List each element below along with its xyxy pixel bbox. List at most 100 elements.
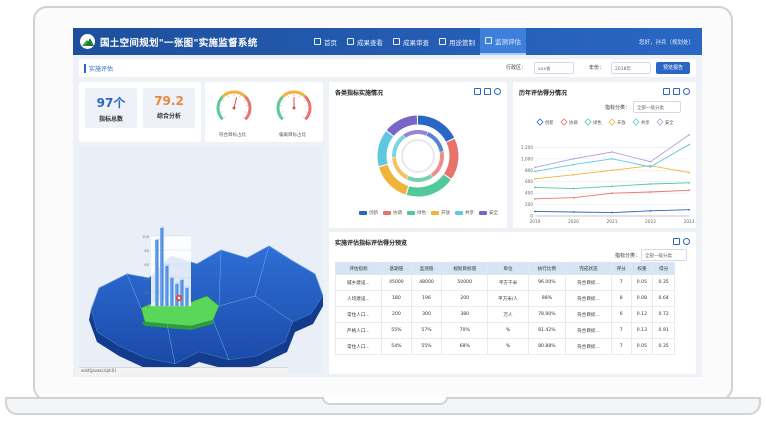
trend-legend-marker	[560, 118, 568, 126]
table-cell: 常住人口...	[335, 338, 382, 355]
y-tick-label: 1,200	[521, 145, 533, 150]
table-cell: 7	[610, 338, 632, 355]
nav-monitor-eval[interactable]: 监测评估	[480, 28, 526, 55]
series-point	[649, 209, 652, 212]
legend-item[interactable]: 开放	[431, 210, 450, 216]
gauge-hub	[232, 106, 236, 110]
gauge-match	[216, 90, 252, 121]
nav-home[interactable]: 首页	[309, 28, 342, 55]
status-bar: void(javascript:0)	[79, 367, 288, 374]
table-header-cell[interactable]: 单位	[487, 262, 529, 275]
more-icon[interactable]	[683, 238, 690, 245]
donut-panel-tools	[474, 88, 501, 95]
legend-label: 共享	[465, 211, 474, 216]
score-table-panel: 实施评估指标评估得分预览 指标分类： 全部一级分类 评估指标 基期值 监测值 规划目标…	[329, 232, 696, 374]
map-bar	[185, 288, 189, 306]
table-header-cell[interactable]: 完成状态	[565, 262, 612, 275]
table-header-cell[interactable]: 执行比例	[527, 262, 567, 275]
gauge-svg	[216, 90, 312, 121]
table-cell: 81.42%	[527, 322, 567, 339]
legend-item[interactable]: 共享	[455, 210, 474, 216]
table-header-cell[interactable]: 评估指标	[335, 262, 382, 275]
kpi-total-value: 97个	[96, 96, 126, 110]
table-cell: 200	[441, 290, 489, 307]
score-table-tools	[673, 238, 690, 245]
table-header-cell[interactable]: 规划目标值	[441, 262, 489, 275]
grid-icon[interactable]	[673, 88, 680, 95]
more-icon[interactable]	[494, 88, 501, 95]
user-greeting[interactable]: 您好，孙兵（规划处）	[639, 38, 694, 46]
year-label: 年份：	[589, 65, 605, 71]
gauge-band	[216, 95, 224, 121]
table-cell: 180	[380, 290, 412, 307]
table-header-cell[interactable]: 权重	[630, 262, 654, 275]
series-point	[534, 177, 536, 180]
table-cell: 0.91	[652, 322, 675, 339]
series-point	[649, 160, 652, 163]
table-header-cell[interactable]: 基期值	[380, 262, 412, 275]
table-cell: %	[487, 322, 529, 339]
table-cell: %	[487, 338, 529, 355]
map-bar	[170, 278, 174, 306]
legend-item[interactable]: 安全	[479, 210, 498, 216]
more-icon[interactable]	[683, 88, 690, 95]
table-cell: 68%	[441, 338, 489, 355]
y-tick-label: 800	[525, 168, 533, 173]
y-tick-label: 0	[530, 214, 533, 219]
table-cell: 380	[441, 306, 489, 323]
series-point	[572, 173, 575, 176]
refresh-icon[interactable]	[663, 88, 670, 95]
table-filter-select[interactable]: 全部一级分类	[641, 249, 687, 261]
kpi-score-value: 79.2	[154, 94, 184, 108]
refresh-icon[interactable]	[474, 88, 481, 95]
table-row[interactable]: 城乡建设... 45000 48000 50000 平方千米 96.00% 符合目标... 7…	[335, 274, 675, 291]
gauge-band	[221, 90, 246, 98]
donut-slice-outer	[377, 131, 394, 167]
table-row[interactable]: 人均建设... 180 196 200 平方米/人 98% 符合目标... 8 0.08 0.64	[335, 290, 675, 307]
legend-label: 安全	[489, 211, 498, 216]
table-cell: 平方米/人	[487, 290, 529, 307]
nav-results-view[interactable]: 成果查看	[342, 28, 388, 55]
preview-report-button[interactable]: 预览报告	[656, 62, 690, 74]
gauge-needle	[233, 97, 238, 109]
table-cell: 平方千米	[487, 274, 529, 291]
trend-filter-label: 指标分类：	[605, 105, 631, 111]
nav-results-review[interactable]: 成果审查	[388, 28, 434, 55]
table-row[interactable]: 常住人口... 200 300 380 万人 78.90% 符合目标... 6 0.12 0.72	[335, 306, 675, 323]
table-cell: 0.64	[652, 290, 675, 307]
gauge-tick	[239, 95, 241, 98]
legend-item[interactable]: 绿色	[407, 210, 426, 216]
trend-legend-marker	[608, 118, 616, 126]
table-cell: 常住人口...	[335, 306, 382, 323]
region-select[interactable]: xxx省	[534, 62, 574, 74]
nav-use-control[interactable]: 用途管制	[434, 28, 480, 55]
table-header-cell[interactable]: 评分	[610, 262, 632, 275]
legend-item[interactable]: 协调	[383, 210, 402, 216]
trend-filter-select[interactable]: 全部一级分类	[633, 101, 681, 113]
table-cell: 人均建设...	[335, 290, 382, 307]
gauge-deviate-label: 偏离目标占比	[279, 133, 306, 138]
legend-item[interactable]: 创新	[359, 210, 378, 216]
table-header-cell[interactable]: 监测值	[410, 262, 443, 275]
series-point	[534, 197, 536, 200]
year-select[interactable]: 2018年	[611, 62, 651, 74]
series-point	[572, 196, 575, 199]
table-header-cell[interactable]: 得分	[652, 262, 675, 275]
legend-swatch	[383, 210, 391, 215]
section-label: 实施评估	[84, 64, 113, 73]
gauge-tick	[245, 111, 248, 113]
gauge-hub	[292, 106, 296, 110]
map-3d-view[interactable]: 100 80 60 40 20 0 void(javascript:0)	[79, 146, 323, 374]
table-cell: 万人	[487, 306, 529, 323]
series-point	[688, 171, 690, 174]
gauge-tick	[303, 99, 306, 102]
person-icon	[347, 38, 354, 45]
table-row[interactable]: 严格人口... 55% 57% 70%% 81.42% 符合目标... 7 0.13 0.91	[335, 322, 675, 339]
grid-icon[interactable]	[673, 238, 680, 245]
table-row[interactable]: 常住人口... 54% 55% 68%% 80.88% 符合目标... 7 0.05 0.35	[335, 338, 675, 355]
map-bar	[155, 240, 159, 306]
gauge-tick	[283, 116, 286, 119]
grid-icon[interactable]	[484, 88, 491, 95]
kpi-total-label: 指标总数	[98, 116, 123, 123]
gauge-tick	[242, 116, 245, 119]
